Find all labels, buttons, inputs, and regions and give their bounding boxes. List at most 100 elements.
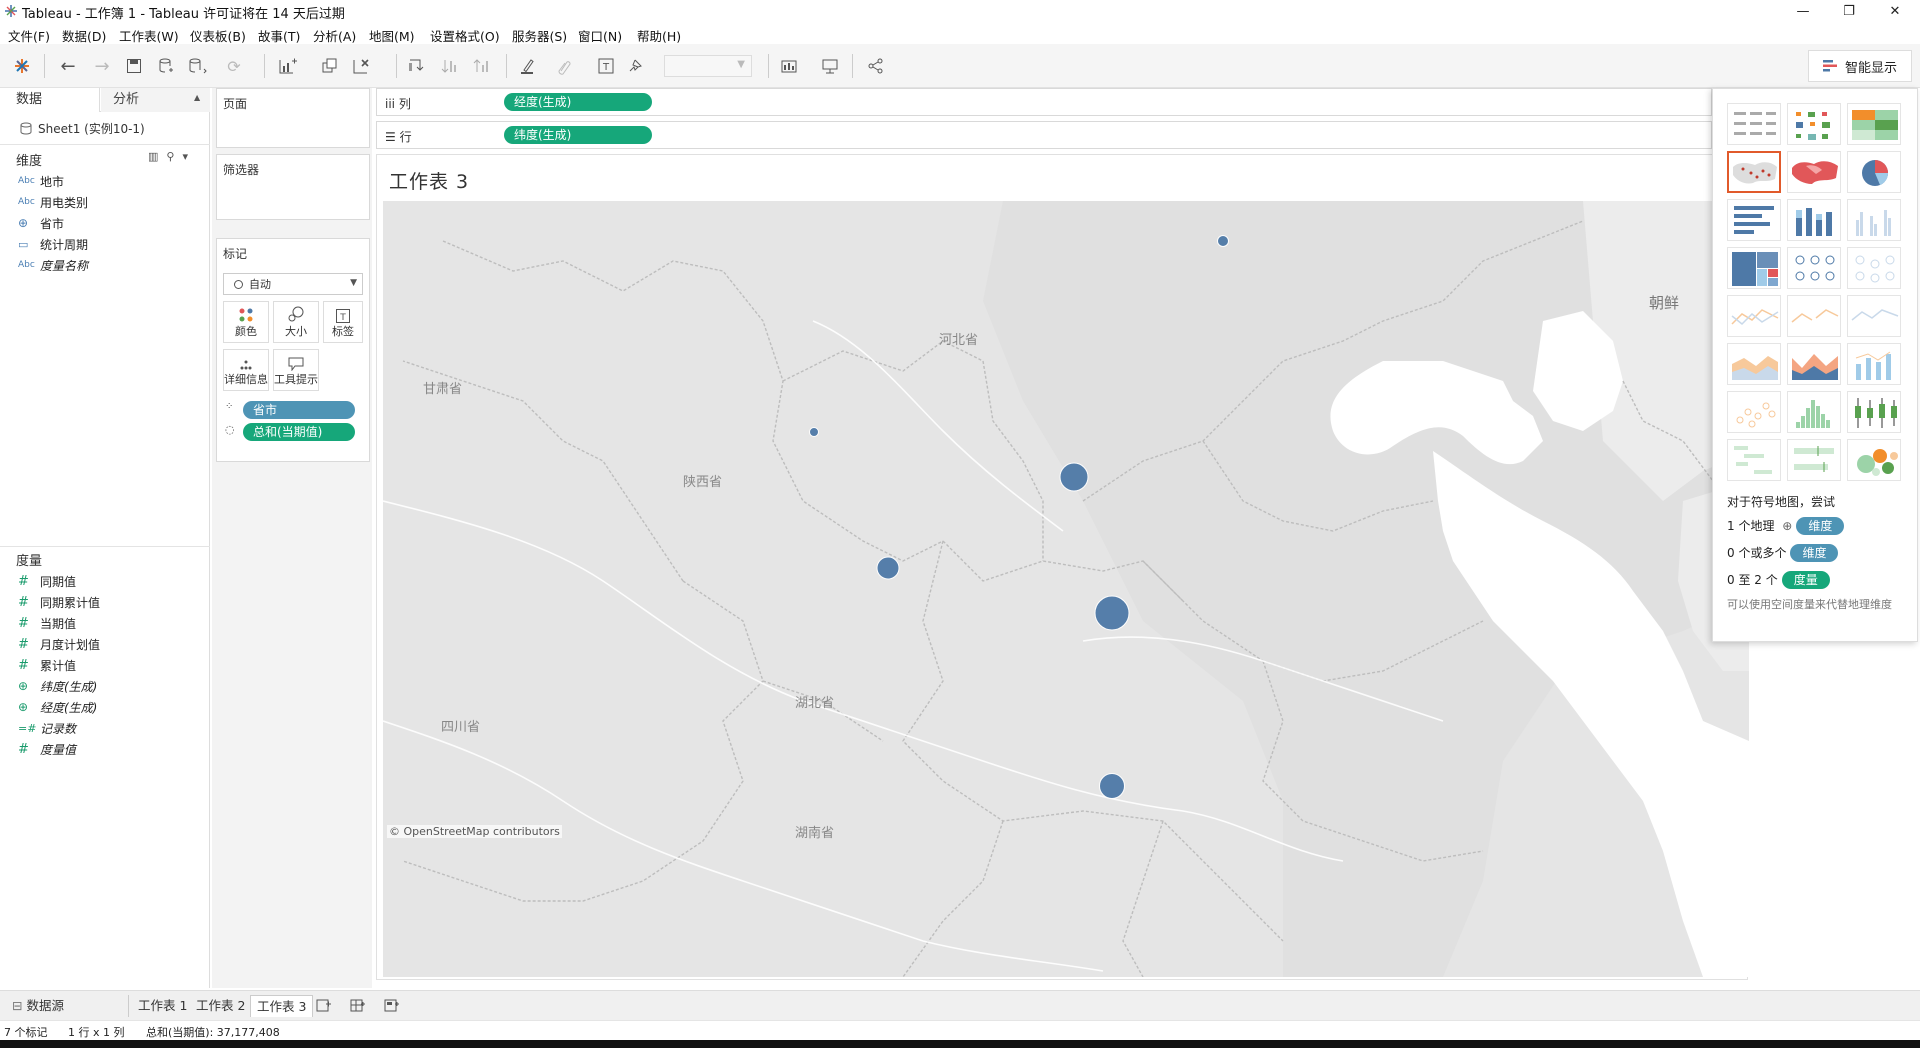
fix-axes-icon[interactable] bbox=[624, 54, 648, 78]
new-datasource-icon[interactable] bbox=[154, 54, 178, 78]
chart-type-circle-views[interactable] bbox=[1787, 247, 1841, 289]
show-cards-icon[interactable] bbox=[778, 54, 802, 78]
menu-analysis[interactable]: 分析(A) bbox=[313, 26, 356, 45]
redo-icon[interactable]: → bbox=[90, 54, 114, 78]
minimize-button[interactable]: — bbox=[1780, 0, 1826, 22]
chart-type-heat-map[interactable] bbox=[1787, 103, 1841, 145]
measure-item[interactable]: =# 记录数 bbox=[18, 719, 76, 737]
datasource-tab[interactable]: ⊟ 数据源 bbox=[6, 995, 70, 1017]
menu-help[interactable]: 帮助(H) bbox=[637, 26, 681, 45]
group-members-icon[interactable] bbox=[552, 54, 576, 78]
size-button[interactable]: 大小 bbox=[273, 301, 319, 343]
dimension-item[interactable]: Abc 地市 bbox=[18, 172, 64, 190]
rows-shelf[interactable]: ☰ 行 纬度(生成) bbox=[376, 121, 1712, 149]
duplicate-icon[interactable] bbox=[318, 54, 342, 78]
tableau-home-icon[interactable] bbox=[10, 54, 34, 78]
chart-type-gantt[interactable] bbox=[1727, 439, 1781, 481]
chart-type-discrete-lines[interactable] bbox=[1787, 295, 1841, 337]
menu-story[interactable]: 故事(T) bbox=[258, 26, 300, 45]
columns-pill[interactable]: 经度(生成) bbox=[504, 93, 652, 111]
dimension-item[interactable]: Abc 用电类别 bbox=[18, 193, 88, 211]
map-attribution[interactable]: © OpenStreetMap contributors bbox=[387, 825, 562, 838]
detail-button[interactable]: 详细信息 bbox=[223, 349, 269, 391]
new-story-icon[interactable] bbox=[384, 999, 400, 1016]
map-mark[interactable] bbox=[876, 556, 900, 580]
search-icon[interactable]: ⚲ bbox=[166, 150, 174, 163]
color-button[interactable]: 颜色 bbox=[223, 301, 269, 343]
chart-type-area-discrete[interactable] bbox=[1787, 343, 1841, 385]
pane-menu-icon[interactable]: ▲ bbox=[194, 93, 200, 102]
tab-data[interactable]: 数据 bbox=[0, 88, 100, 112]
map[interactable]: 河北省 甘肃省 陕西省 湖北省 四川省 湖南省 朝鲜 韩国 © OpenStre… bbox=[383, 201, 1749, 977]
measure-item[interactable]: # 月度计划值 bbox=[18, 635, 100, 653]
fit-dropdown[interactable]: ▼ bbox=[664, 55, 752, 77]
sort-ascending-icon[interactable] bbox=[438, 54, 462, 78]
measure-item[interactable]: # 同期累计值 bbox=[18, 593, 100, 611]
new-worksheet-icon[interactable] bbox=[316, 999, 332, 1016]
columns-shelf[interactable]: iii 列 经度(生成) bbox=[376, 88, 1712, 116]
chart-type-stacked-bars[interactable] bbox=[1787, 199, 1841, 241]
sort-descending-icon[interactable] bbox=[470, 54, 494, 78]
chart-type-dual-lines[interactable] bbox=[1847, 295, 1901, 337]
menu-window[interactable]: 窗口(N) bbox=[578, 26, 622, 45]
show-mark-labels-icon[interactable]: T bbox=[594, 54, 618, 78]
menu-format[interactable]: 设置格式(O) bbox=[430, 26, 500, 45]
chart-type-scatter[interactable] bbox=[1727, 391, 1781, 433]
menu-data[interactable]: 数据(D) bbox=[62, 26, 106, 45]
sheet-tab[interactable]: 工作表 1 bbox=[132, 995, 193, 1017]
chart-type-pie[interactable] bbox=[1847, 151, 1901, 193]
menu-file[interactable]: 文件(F) bbox=[8, 26, 50, 45]
mark-type-dropdown[interactable]: 自动 ▼ bbox=[223, 273, 363, 295]
chart-type-dual-combination[interactable] bbox=[1847, 343, 1901, 385]
share-icon[interactable] bbox=[864, 54, 888, 78]
chart-type-packed-bubbles[interactable] bbox=[1847, 439, 1901, 481]
size-pill[interactable]: 总和(当期值) bbox=[243, 423, 355, 441]
chart-type-box-whisker[interactable] bbox=[1847, 391, 1901, 433]
measure-item[interactable]: # 累计值 bbox=[18, 656, 76, 674]
chart-type-side-by-side-circles[interactable] bbox=[1847, 247, 1901, 289]
chart-type-histogram[interactable] bbox=[1787, 391, 1841, 433]
map-mark[interactable] bbox=[1059, 462, 1089, 492]
restore-button[interactable]: ❐ bbox=[1826, 0, 1872, 22]
chart-type-text-table[interactable] bbox=[1727, 103, 1781, 145]
map-mark[interactable] bbox=[1099, 773, 1125, 799]
menu-worksheet[interactable]: 工作表(W) bbox=[119, 26, 179, 45]
detail-pill[interactable]: 省市 bbox=[243, 401, 355, 419]
chart-type-treemap[interactable] bbox=[1727, 247, 1781, 289]
menu-server[interactable]: 服务器(S) bbox=[512, 26, 567, 45]
pages-card[interactable]: 页面 bbox=[216, 88, 370, 148]
map-mark[interactable] bbox=[1094, 595, 1130, 631]
datasource-item[interactable]: Sheet1 (实例10-1) bbox=[20, 120, 145, 137]
dimension-item[interactable]: ▭ 统计周期 bbox=[18, 235, 88, 253]
dropdown-icon[interactable]: ▾ bbox=[182, 150, 188, 163]
chart-type-filled-map[interactable] bbox=[1787, 151, 1841, 193]
worksheet-title[interactable]: 工作表 3 bbox=[389, 167, 469, 194]
label-button[interactable]: T 标签 bbox=[323, 301, 363, 343]
chart-type-symbol-map[interactable] bbox=[1727, 151, 1781, 193]
chart-type-highlight-table[interactable] bbox=[1847, 103, 1901, 145]
measure-item[interactable]: ⊕ 经度(生成) bbox=[18, 698, 97, 716]
view-mode-icon[interactable]: ▥ bbox=[148, 150, 158, 163]
refresh-icon[interactable]: ⟳ bbox=[222, 54, 246, 78]
smart-show-button[interactable]: 智能显示 bbox=[1808, 50, 1912, 82]
map-canvas[interactable]: 河北省 甘肃省 陕西省 湖北省 四川省 湖南省 朝鲜 韩国 bbox=[383, 201, 1749, 977]
chart-type-bullet-graph[interactable] bbox=[1787, 439, 1841, 481]
save-icon[interactable] bbox=[122, 54, 146, 78]
presentation-mode-icon[interactable] bbox=[818, 54, 842, 78]
new-dashboard-icon[interactable] bbox=[350, 999, 366, 1016]
dimension-item[interactable]: ⊕ 省市 bbox=[18, 214, 64, 232]
tooltip-button[interactable]: 工具提示 bbox=[273, 349, 319, 391]
close-button[interactable]: ✕ bbox=[1872, 0, 1918, 22]
chart-type-side-by-side-bars[interactable] bbox=[1847, 199, 1901, 241]
measure-item[interactable]: # 度量值 bbox=[18, 740, 76, 758]
highlight-icon[interactable] bbox=[516, 54, 540, 78]
chart-type-area-continuous[interactable] bbox=[1727, 343, 1781, 385]
measure-item[interactable]: ⊕ 纬度(生成) bbox=[18, 677, 97, 695]
filters-card[interactable]: 筛选器 bbox=[216, 154, 370, 220]
menu-dashboard[interactable]: 仪表板(B) bbox=[190, 26, 246, 45]
chart-type-horizontal-bars[interactable] bbox=[1727, 199, 1781, 241]
measure-item[interactable]: # 当期值 bbox=[18, 614, 76, 632]
swap-rows-columns-icon[interactable] bbox=[404, 54, 428, 78]
dimension-item[interactable]: Abc 度量名称 bbox=[18, 256, 88, 274]
map-mark[interactable] bbox=[809, 427, 819, 437]
